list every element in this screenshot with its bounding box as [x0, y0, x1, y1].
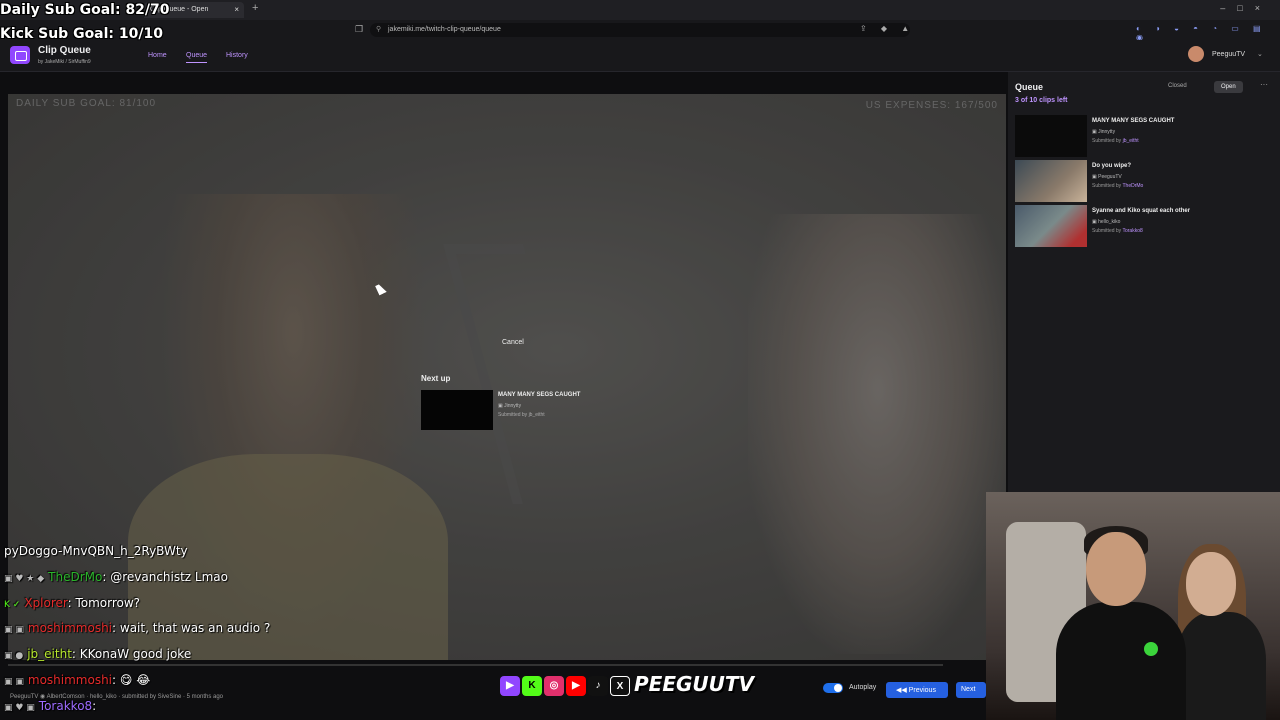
webcam-man-body — [1056, 602, 1186, 720]
clip-channel: ▣ PeeguuTV — [1092, 174, 1122, 180]
queue-item[interactable]: Syanne and Kiko squat each other ▣ hello… — [1015, 205, 1277, 249]
autoplay-label: Autoplay — [849, 684, 877, 691]
app-header: Clip Queue by JakeMiki / SirMuffin9 Home… — [0, 40, 1280, 72]
address-bar: ⚲ jakemiki.me/twitch-clip-queue/queue — [0, 20, 1280, 40]
queue-count: 3 of 10 clips left — [1015, 97, 1068, 104]
next-up-thumbnail[interactable] — [421, 390, 493, 430]
chat-message: pyDoggo-MnvQBN_h_2RyBWty — [4, 544, 188, 558]
clip-channel: ▣ hello_kiko — [1092, 219, 1121, 225]
clip-thumbnail — [1015, 115, 1087, 157]
kick-icon: K — [522, 676, 542, 696]
webcam-woman-head — [1186, 552, 1236, 616]
streamer-handle-logo: PEEGUUTV — [634, 672, 754, 696]
clip-progress-bar[interactable] — [8, 664, 943, 666]
window-controls[interactable]: –□× — [1220, 3, 1272, 13]
x-icon: X — [610, 676, 630, 696]
clip-title: Do you wipe? — [1092, 163, 1131, 169]
chat-badges-icon: ▣ ♥ ★ ◆ — [4, 574, 45, 584]
webcam-woman-body — [1176, 612, 1266, 720]
chat-text: : wait, that was an audio ? — [112, 621, 271, 635]
tiktok-icon: ♪ — [588, 676, 608, 696]
next-up-label: Next up — [421, 374, 451, 383]
next-up-submitter: Submitted by jb_eitht — [498, 412, 545, 418]
queue-open-button[interactable]: Open — [1214, 81, 1243, 93]
clip-thumbnail — [1015, 205, 1087, 247]
chat-username: moshimmoshi — [27, 673, 113, 687]
queue-panel: Queue 3 of 10 clips left Closed Open ···… — [1008, 72, 1280, 492]
chat-message: ▣ ♥ ▣ Torakko8: — [4, 699, 96, 713]
next-button[interactable]: Next — [956, 682, 986, 698]
chat-text: pyDoggo-MnvQBN_h_2RyBWty — [4, 544, 188, 558]
video-overlay-right: US EXPENSES: 167/500 — [865, 100, 998, 111]
chat-message: K ✓ Xplorer: Tomorrow? — [4, 596, 140, 610]
instagram-icon: ◎ — [544, 676, 564, 696]
url-field[interactable]: ⚲ jakemiki.me/twitch-clip-queue/queue — [370, 23, 910, 37]
chat-message: ▣ ● jb_eitht: KKonaW good joke — [4, 647, 191, 661]
youtube-icon: ▶ — [566, 676, 586, 696]
chat-username: moshimmoshi — [27, 621, 113, 635]
chat-badges-icon: ▣ ▣ — [4, 677, 24, 687]
video-overlay-left: DAILY SUB GOAL: 81/100 — [16, 98, 157, 109]
browser-tab-bar: Clip Queue - Open × + –□× — [0, 0, 1280, 20]
clip-queue-logo-icon[interactable] — [10, 46, 30, 64]
share-icon[interactable]: ⇪ ◆ ▲ — [860, 24, 915, 33]
chat-text: : 😋 😂 — [112, 673, 151, 687]
nav-home[interactable]: Home — [148, 52, 167, 59]
chat-badges-icon: ▣ ▣ — [4, 625, 24, 635]
more-options-icon[interactable]: ··· — [1260, 80, 1268, 89]
new-tab-button[interactable]: + — [252, 2, 258, 14]
chat-badges-icon: ▣ ♥ ▣ — [4, 703, 35, 713]
queue-item[interactable]: Do you wipe? ▣ PeeguuTV Submitted by The… — [1015, 160, 1277, 204]
headset-light-icon — [1144, 642, 1158, 656]
webcam-feed — [986, 492, 1280, 720]
site-info-icon[interactable]: ⚲ — [376, 25, 381, 33]
app-title: Clip Queue — [38, 45, 91, 56]
chat-username: jb_eitht — [27, 647, 72, 661]
chat-text: : KKonaW good joke — [71, 647, 192, 661]
chat-username: Torakko8 — [38, 699, 93, 713]
clip-thumbnail — [1015, 160, 1087, 202]
app-byline: by JakeMiki / SirMuffin9 — [38, 59, 91, 65]
previous-button[interactable]: ◀◀ Previous — [886, 682, 948, 698]
clip-channel: ▣ Jinnytty — [1092, 129, 1116, 135]
daily-sub-goal: Daily Sub Goal: 82/70 — [0, 2, 170, 18]
avatar[interactable] — [1188, 46, 1204, 62]
chat-text: : @revanchistz Lmao — [102, 570, 228, 584]
chat-text: : — [92, 699, 97, 713]
chat-username: TheDrMo — [48, 570, 103, 584]
close-tab-icon[interactable]: × — [234, 5, 239, 14]
chat-text: : Tomorrow? — [67, 596, 141, 610]
kick-sub-goal: Kick Sub Goal: 10/10 — [0, 26, 163, 42]
social-links-bar: ▶ K ◎ ▶ ♪ X PEEGUUTV — [500, 670, 754, 702]
chat-badges-icon: ▣ ● — [4, 651, 24, 661]
next-up-channel: ▣ Jinnytty — [498, 403, 522, 409]
user-name[interactable]: PeeguuTV — [1212, 51, 1245, 58]
chat-username: Xplorer — [24, 596, 68, 610]
bookmark-icon[interactable]: ❐ — [355, 24, 363, 35]
clip-title: MANY MANY SEGS CAUGHT — [1092, 118, 1175, 124]
queue-item[interactable]: MANY MANY SEGS CAUGHT ▣ Jinnytty Submitt… — [1015, 115, 1277, 159]
url-text: jakemiki.me/twitch-clip-queue/queue — [388, 26, 501, 33]
queue-closed-button[interactable]: Closed — [1168, 83, 1187, 89]
chevron-down-icon[interactable]: ⌄ — [1257, 50, 1263, 58]
chat-message: ▣ ▣ moshimmoshi: 😋 😂 — [4, 673, 150, 687]
nav-queue[interactable]: Queue — [186, 52, 208, 63]
webcam-man-head — [1086, 532, 1146, 606]
clip-submitter: Submitted by jb_eitht — [1092, 138, 1139, 144]
chat-badges-icon: K ✓ — [4, 600, 21, 610]
clip-submitter: Submitted by TheDrMo — [1092, 183, 1144, 189]
chat-message: ▣ ♥ ★ ◆ TheDrMo: @revanchistz Lmao — [4, 570, 228, 584]
autoplay-toggle[interactable] — [823, 683, 843, 693]
clip-title: Syanne and Kiko squat each other — [1092, 208, 1191, 214]
cancel-autoplay-button[interactable]: Cancel — [496, 337, 530, 348]
clip-submitter: Submitted by Torakko8 — [1092, 228, 1143, 234]
twitch-icon: ▶ — [500, 676, 520, 696]
queue-title: Queue — [1015, 82, 1044, 92]
nav-history[interactable]: History — [226, 52, 248, 59]
next-up-title[interactable]: MANY MANY SEGS CAUGHT — [498, 392, 580, 398]
chat-message: ▣ ▣ moshimmoshi: wait, that was an audio … — [4, 621, 270, 635]
